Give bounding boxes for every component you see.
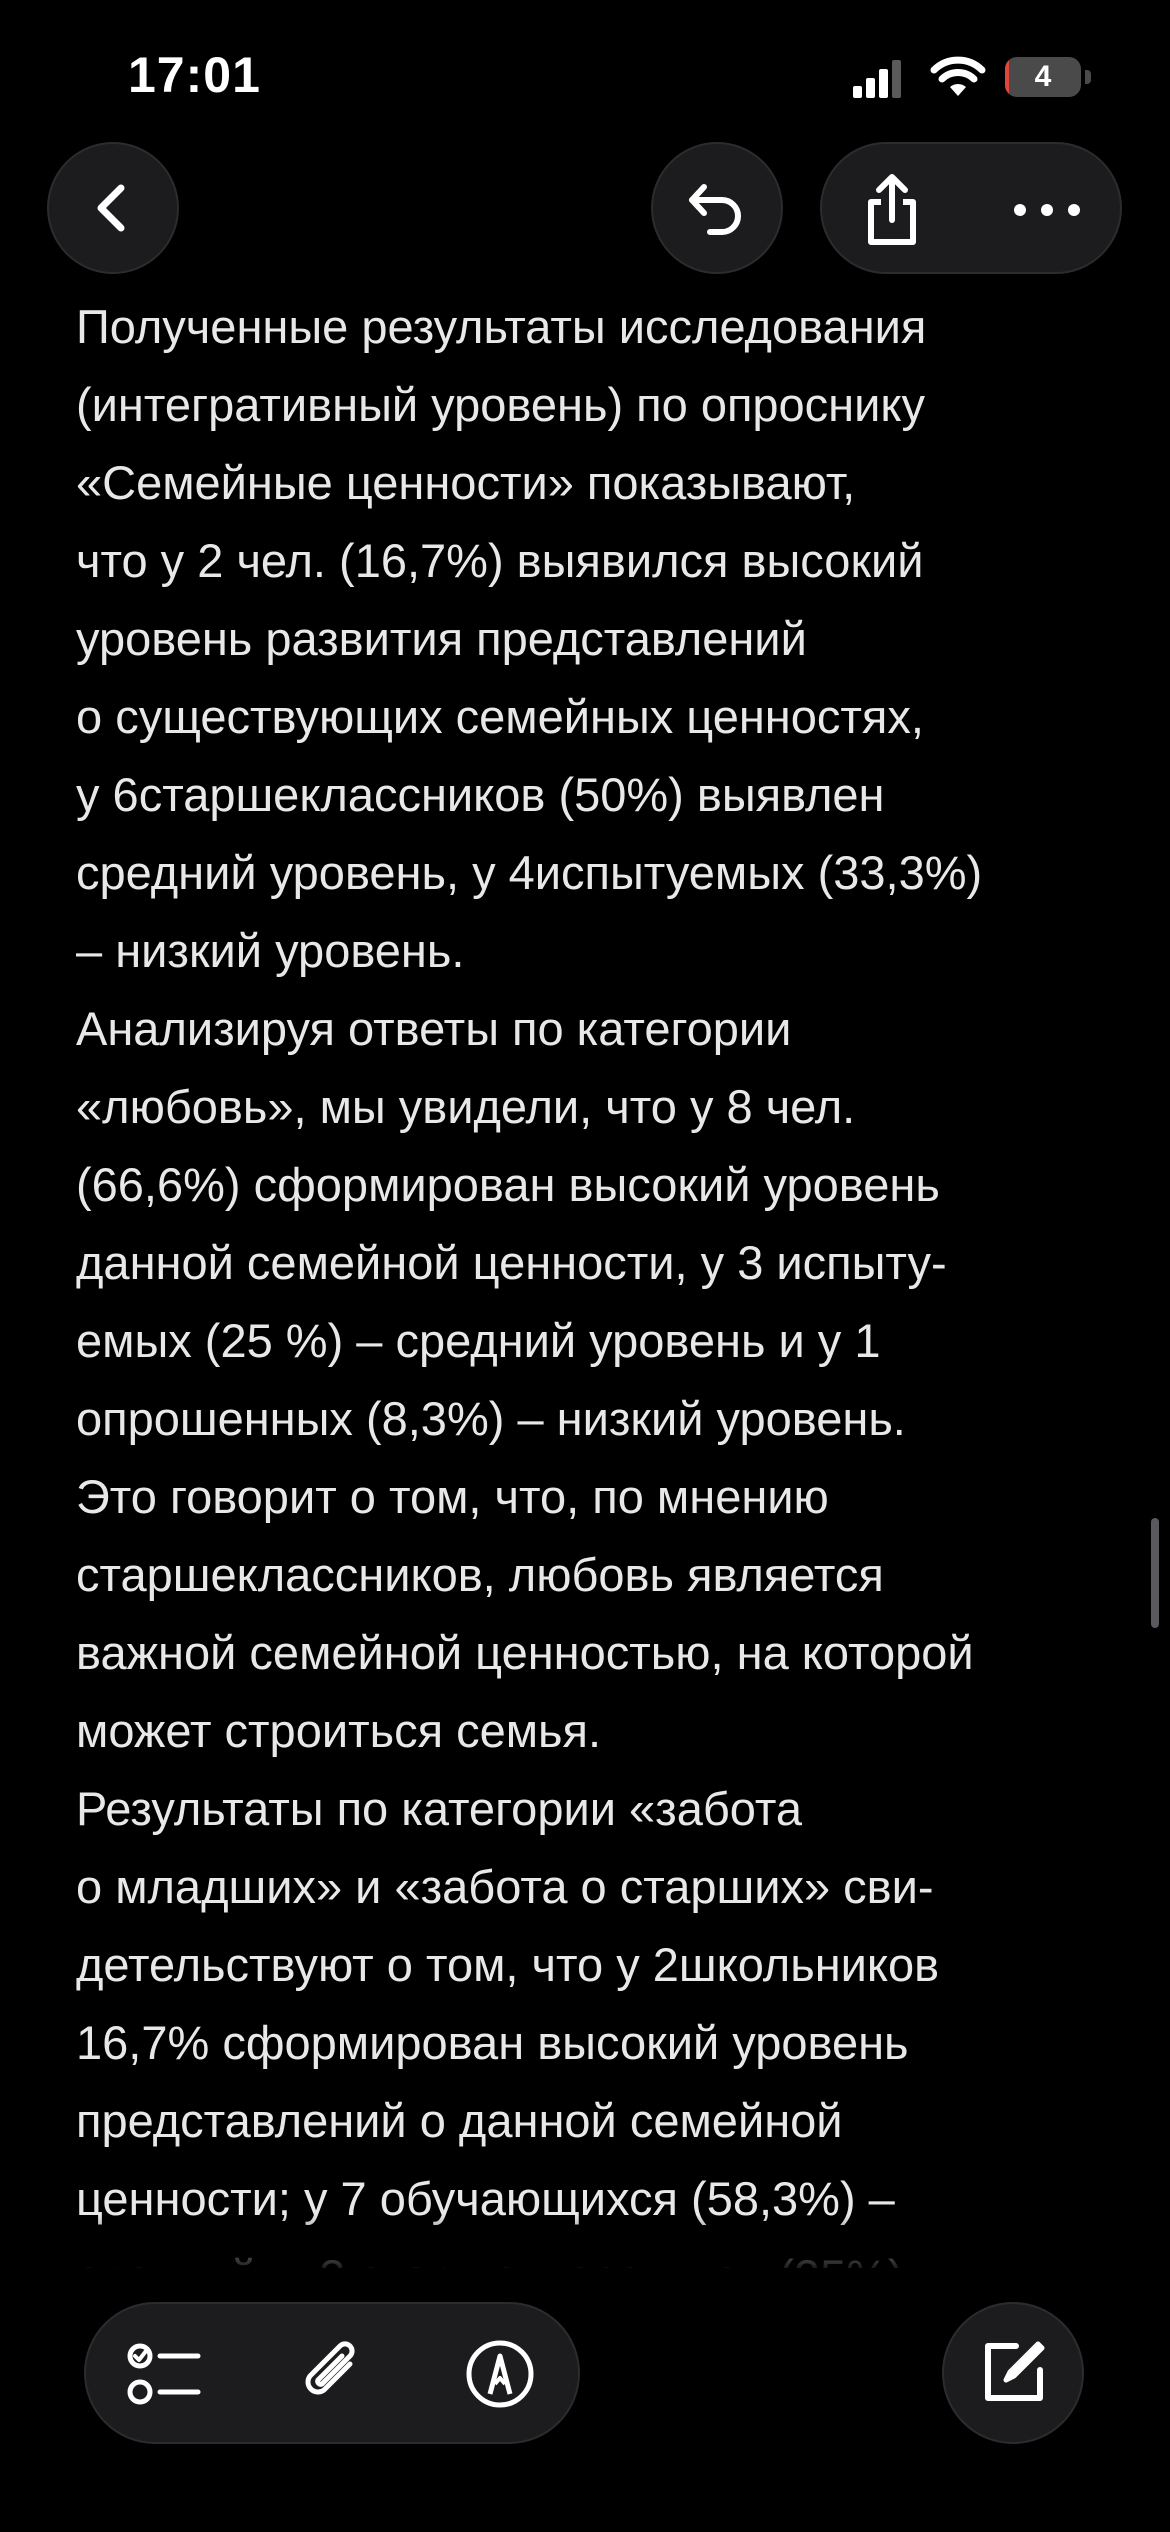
- note-line: – низкий уровень.: [76, 924, 465, 977]
- note-line: опрошенных (8,3%) – низкий уровень.: [76, 1392, 906, 1445]
- note-line: емых (25 %) – средний уровень и у 1: [76, 1314, 881, 1367]
- status-bar: 17:01 4: [0, 0, 1170, 150]
- content-fade: [0, 2215, 1170, 2275]
- note-line: Полученные результаты исследования: [76, 300, 927, 353]
- scroll-indicator[interactable]: [1151, 1518, 1159, 1628]
- compose-button[interactable]: [942, 2302, 1084, 2444]
- undo-icon: [689, 184, 741, 235]
- note-line: (66,6%) сформирован высокий уровень: [76, 1158, 940, 1211]
- battery-icon: 4: [1005, 57, 1091, 97]
- share-icon: [868, 174, 916, 245]
- note-line: «Семейные ценности» показывают,: [76, 456, 856, 509]
- share-button[interactable]: [842, 160, 942, 260]
- note-line: представлений о данной семейной: [76, 2094, 843, 2147]
- markup-button[interactable]: [450, 2324, 550, 2424]
- note-line: 16,7% сформирован высокий уровень: [76, 2016, 909, 2069]
- note-line: важной семейной ценностью, на которой: [76, 1626, 974, 1679]
- undo-button[interactable]: [651, 142, 783, 274]
- battery-level: 4: [1034, 60, 1052, 93]
- paperclip-icon: [305, 2341, 355, 2395]
- markup-icon: [466, 2340, 534, 2408]
- note-line: старшеклассников, любовь является: [76, 1548, 884, 1601]
- more-button[interactable]: [992, 160, 1102, 260]
- share-more-group: [820, 142, 1122, 274]
- more-icon: [1014, 204, 1080, 216]
- note-line: Анализируя ответы по категории: [76, 1002, 792, 1055]
- note-body[interactable]: Полученные результаты исследования (интег…: [76, 288, 1116, 2268]
- note-line: у 6старшеклассников (50%) выявлен: [76, 768, 885, 821]
- chevron-left-icon: [97, 184, 125, 232]
- signal-icon: [853, 60, 901, 98]
- note-line: о существующих семейных ценностях,: [76, 690, 924, 743]
- attach-button[interactable]: [284, 2324, 384, 2424]
- note-line: о младших» и «забота о старших» сви-: [76, 1860, 934, 1913]
- note-line: уровень развития представлений: [76, 612, 807, 665]
- status-time: 17:01: [128, 47, 261, 103]
- compose-icon: [985, 2341, 1045, 2401]
- note-line: средний уровень, у 4испытуемых (33,3%): [76, 846, 983, 899]
- wifi-icon: [930, 56, 986, 96]
- note-line: детельствуют о том, что у 2школьников: [76, 1938, 940, 1991]
- note-line: данной семейной ценности, у 3 испыту-: [76, 1236, 947, 1289]
- bottom-toolbar: [84, 2302, 580, 2444]
- checklist-button[interactable]: [116, 2324, 216, 2424]
- checklist-icon: [127, 2343, 201, 2405]
- note-line: может строиться семья.: [76, 1704, 602, 1757]
- note-line: Результаты по категории «забота: [76, 1782, 803, 1835]
- note-line: Это говорит о том, что, по мнению: [76, 1470, 829, 1523]
- note-line: что у 2 чел. (16,7%) выявился высокий: [76, 534, 924, 587]
- back-button[interactable]: [47, 142, 179, 274]
- note-line: «любовь», мы увидели, что у 8 чел.: [76, 1080, 856, 1133]
- note-line: (интегративный уровень) по опроснику: [76, 378, 925, 431]
